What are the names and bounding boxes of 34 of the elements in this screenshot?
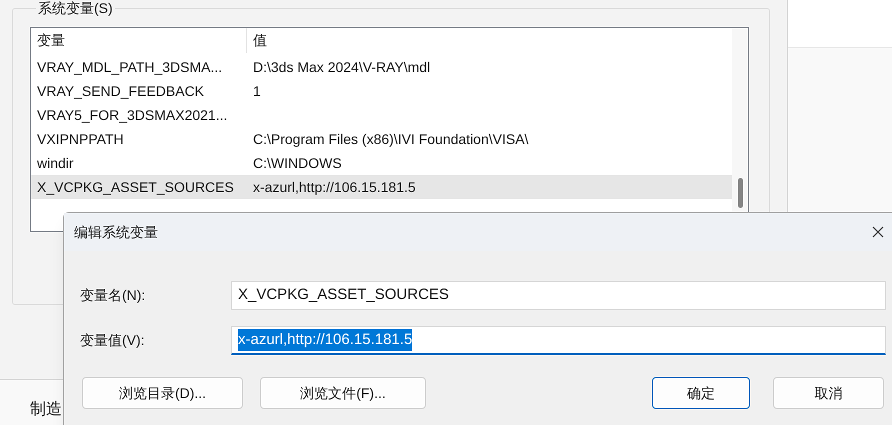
- variable-name: VRAY_MDL_PATH_3DSMA...: [36, 58, 224, 77]
- list-row[interactable]: VRAY_MDL_PATH_3DSMA... D:\3ds Max 2024\V-RAY\mdl: [31, 55, 732, 79]
- dialog-button[interactable]: 浏览文件(F)...: [260, 377, 426, 409]
- field-label: 变量名(N):: [80, 286, 146, 305]
- list-row[interactable]: VRAY_SEND_FEEDBACK 1: [31, 79, 732, 103]
- variable-name: windir: [36, 154, 75, 172]
- variable-name: VRAY5_FOR_3DSMAX2021...: [36, 106, 228, 125]
- variable-name: X_VCPKG_ASSET_SOURCES: [36, 178, 235, 197]
- variable-value: D:\3ds Max 2024\V-RAY\mdl: [252, 58, 430, 76]
- variable-name: VXIPNPPATH: [36, 130, 125, 148]
- list-row[interactable]: windir C:\WINDOWS: [31, 151, 732, 175]
- close-icon[interactable]: [872, 226, 884, 238]
- list-row[interactable]: VXIPNPPATH C:\Program Files (x86)\IVI Foundation\VISA\: [31, 127, 732, 151]
- column-header[interactable]: 值: [247, 28, 732, 53]
- dialog-title: 编辑系统变量: [74, 222, 158, 242]
- scrollbar-thumb[interactable]: [738, 178, 742, 208]
- text-field[interactable]: X_VCPKG_ASSET_SOURCES: [231, 281, 886, 310]
- variable-value: 1: [252, 82, 261, 100]
- list-row[interactable]: VRAY5_FOR_3DSMAX2021...: [31, 103, 732, 127]
- variable-name: VRAY_SEND_FEEDBACK: [36, 82, 206, 101]
- footer-label: 制造: [30, 400, 62, 420]
- group-title: 系统变量(S): [37, 0, 114, 18]
- dialog-button[interactable]: 确定: [652, 377, 750, 409]
- list-row[interactable]: X_VCPKG_ASSET_SOURCES x-azurl,http://106.15.181.5: [31, 175, 732, 199]
- field-value: X_VCPKG_ASSET_SOURCES: [238, 285, 449, 306]
- text-field[interactable]: x-azurl,http://106.15.181.5: [231, 326, 886, 355]
- variable-value: C:\Program Files (x86)\IVI Foundation\VISA\: [252, 130, 528, 149]
- variable-value: C:\WINDOWS: [252, 154, 342, 172]
- dialog-button[interactable]: 取消: [773, 377, 884, 409]
- field-label: 变量值(V):: [80, 331, 146, 350]
- column-header[interactable]: 变量: [31, 28, 247, 53]
- field-value: x-azurl,http://106.15.181.5: [238, 328, 412, 352]
- variable-value: x-azurl,http://106.15.181.5: [252, 178, 416, 197]
- dialog-button[interactable]: 浏览目录(D)...: [82, 377, 243, 409]
